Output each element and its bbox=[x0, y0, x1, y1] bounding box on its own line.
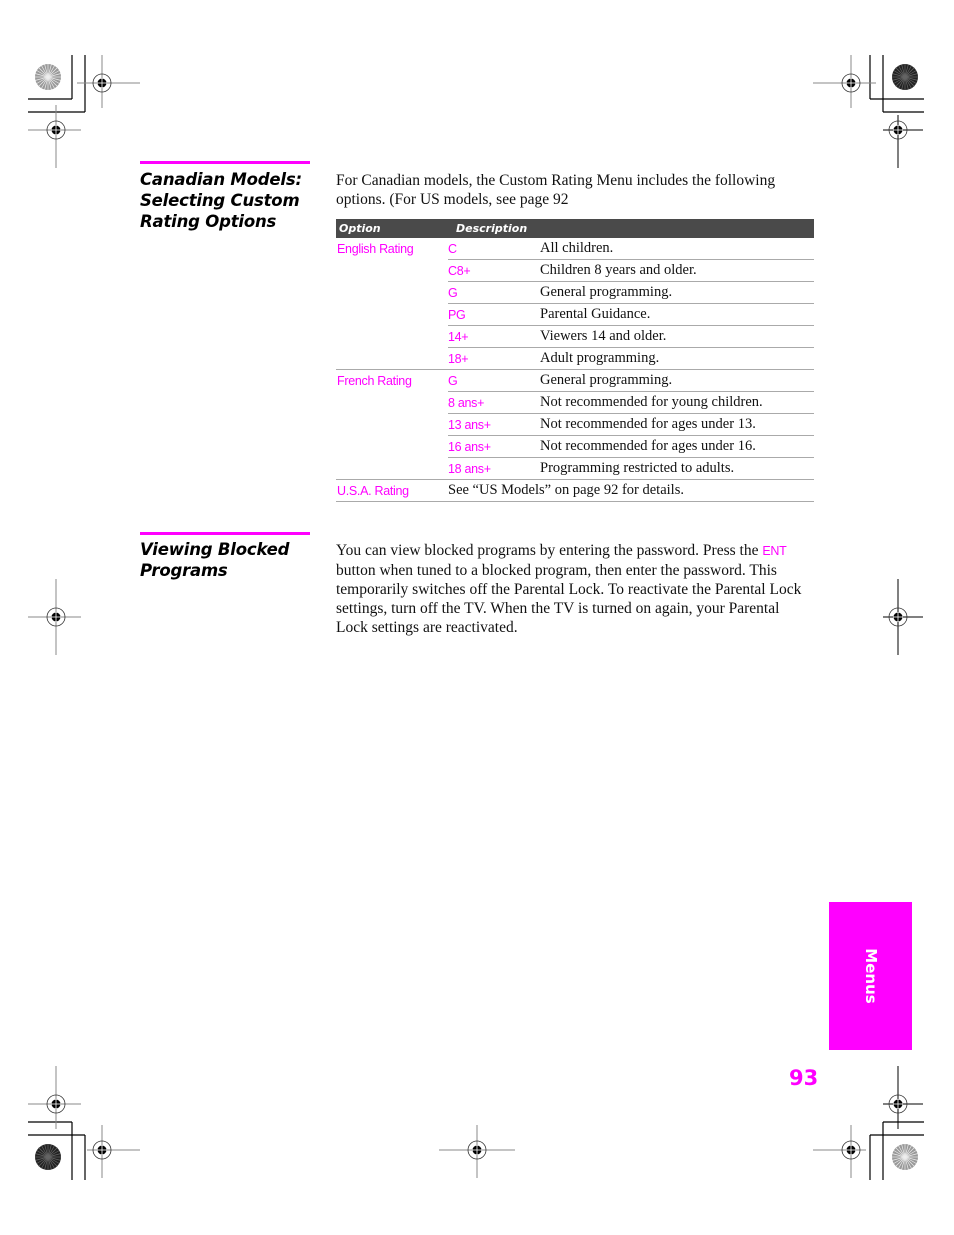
section-heading-canadian-models: Canadian Models: Selecting Custom Rating… bbox=[140, 169, 302, 232]
option-cell bbox=[336, 457, 448, 480]
registration-mark-icon bbox=[87, 1125, 140, 1178]
heading-line: Selecting Custom bbox=[140, 191, 300, 210]
registration-mark-icon bbox=[28, 579, 81, 655]
rating-description: Children 8 years and older. bbox=[540, 259, 814, 282]
color-wheel-icon bbox=[892, 1144, 918, 1170]
rating-description: General programming. bbox=[540, 281, 814, 304]
option-cell bbox=[336, 347, 448, 370]
section-rule bbox=[140, 532, 310, 535]
header-option: Option bbox=[336, 219, 448, 238]
registration-mark-icon bbox=[28, 1066, 81, 1129]
table-row: 18+ Adult programming. bbox=[336, 347, 814, 370]
table-row: 14+ Viewers 14 and older. bbox=[336, 325, 814, 348]
side-tab-menus: Menus bbox=[829, 902, 912, 1050]
rating-code: 18 ans+ bbox=[448, 457, 540, 480]
option-cell bbox=[336, 414, 448, 436]
rating-description: Not recommended for ages under 16. bbox=[540, 435, 814, 458]
option-cell bbox=[336, 436, 448, 458]
heading-line: Programs bbox=[140, 561, 228, 580]
rating-description: Not recommended for ages under 13. bbox=[540, 413, 814, 436]
registration-mark-icon bbox=[439, 1125, 515, 1178]
option-cell bbox=[336, 260, 448, 282]
registration-mark-icon bbox=[883, 1066, 923, 1129]
rating-description: Programming restricted to adults. bbox=[540, 457, 814, 480]
rating-description: All children. bbox=[540, 238, 814, 260]
rating-code: 14+ bbox=[448, 325, 540, 348]
option-cell bbox=[336, 392, 448, 414]
intro-paragraph: For Canadian models, the Custom Rating M… bbox=[336, 172, 776, 208]
rating-code: 16 ans+ bbox=[448, 435, 540, 458]
table-row: C8+ Children 8 years and older. bbox=[336, 259, 814, 282]
rating-description: Parental Guidance. bbox=[540, 303, 814, 326]
option-cell bbox=[336, 326, 448, 348]
option-cell bbox=[336, 282, 448, 304]
heading-line: Viewing Blocked bbox=[140, 540, 290, 559]
table-row: U.S.A. Rating See “US Models” on page 92 … bbox=[336, 479, 814, 502]
color-wheel-icon bbox=[892, 64, 918, 90]
paragraph-text: You can view blocked programs by enterin… bbox=[336, 542, 763, 559]
table-header-row: Option Description bbox=[336, 219, 814, 238]
table-row: 8 ans+ Not recommended for young children… bbox=[336, 391, 814, 414]
rating-code: 18+ bbox=[448, 347, 540, 370]
table-row: PG Parental Guidance. bbox=[336, 303, 814, 326]
registration-mark-icon bbox=[883, 579, 923, 655]
table-row: English Rating C All children. bbox=[336, 238, 814, 260]
option-cell: U.S.A. Rating bbox=[336, 479, 448, 502]
option-cell: French Rating bbox=[337, 373, 412, 388]
heading-line: Canadian Models: bbox=[140, 170, 302, 189]
ent-key-label: ENT bbox=[762, 544, 787, 558]
rating-code: 8 ans+ bbox=[448, 391, 540, 414]
option-cell bbox=[336, 304, 448, 326]
rating-description: Not recommended for young children. bbox=[540, 391, 814, 414]
table-row: G General programming. bbox=[336, 281, 814, 304]
rating-description: Viewers 14 and older. bbox=[540, 325, 814, 348]
rating-code: PG bbox=[448, 303, 540, 326]
rating-code: G bbox=[448, 281, 540, 304]
table-row: 18 ans+ Programming restricted to adults. bbox=[336, 457, 814, 480]
section-heading-viewing-blocked: Viewing Blocked Programs bbox=[140, 539, 289, 581]
table-row: 13 ans+ Not recommended for ages under 13… bbox=[336, 413, 814, 436]
option-cell: English Rating bbox=[337, 241, 414, 256]
color-wheel-icon bbox=[35, 1144, 61, 1170]
page-number: 93 bbox=[789, 1066, 819, 1090]
side-tab-label: Menus bbox=[861, 948, 880, 1004]
registration-mark-icon bbox=[883, 115, 923, 168]
section-rule bbox=[140, 161, 310, 164]
registration-mark-icon bbox=[813, 1125, 866, 1178]
rating-description: See “US Models” on page 92 for details. bbox=[448, 479, 814, 502]
rating-code: C8+ bbox=[448, 259, 540, 282]
registration-mark-icon bbox=[28, 105, 81, 168]
header-description: Description bbox=[448, 219, 814, 238]
registration-mark-icon bbox=[813, 55, 876, 108]
color-wheel-icon bbox=[35, 64, 61, 90]
paragraph-text: button when tuned to a blocked program, … bbox=[336, 562, 802, 636]
rating-code: 13 ans+ bbox=[448, 413, 540, 436]
rating-code: C bbox=[448, 238, 540, 260]
heading-line: Rating Options bbox=[140, 212, 277, 231]
rating-description: Adult programming. bbox=[540, 347, 814, 370]
rating-options-table: Option Description English Rating C All ch… bbox=[336, 219, 814, 502]
rating-description: General programming. bbox=[540, 369, 814, 392]
rating-code: G bbox=[448, 369, 540, 392]
table-row: French Rating G General programming. bbox=[336, 369, 814, 392]
viewing-blocked-paragraph: You can view blocked programs by enterin… bbox=[336, 541, 814, 637]
table-row: 16 ans+ Not recommended for ages under 16… bbox=[336, 435, 814, 458]
registration-mark-icon bbox=[77, 55, 140, 108]
